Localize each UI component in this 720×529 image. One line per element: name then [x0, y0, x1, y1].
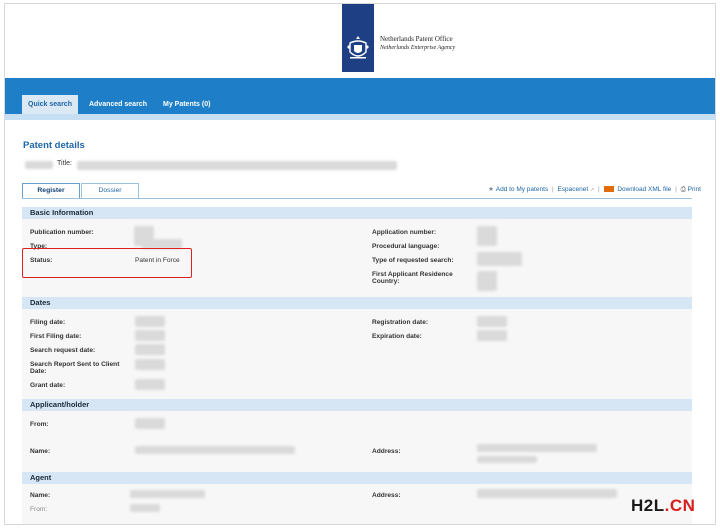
page-title: Patent details [23, 140, 85, 151]
search-request-date-label: Search request date: [30, 347, 96, 354]
watermark-right: .CN [664, 496, 696, 515]
redacted-value [477, 316, 507, 327]
redacted-title [77, 161, 397, 170]
section-body: From: Name: Address: [22, 411, 692, 473]
applicant-name-label: Name: [30, 448, 51, 455]
applicant-section: Applicant/holder From: Name: Address: [22, 399, 692, 473]
agent-from-label: From: [30, 506, 48, 513]
star-icon: ★ [488, 186, 494, 193]
application-number-label: Application number: [372, 229, 437, 236]
crest-icon [347, 36, 369, 59]
publication-number-label: Publication number: [30, 229, 94, 236]
xml-file-icon [603, 186, 614, 193]
section-heading: Agent [22, 472, 692, 484]
redacted-value [135, 418, 165, 429]
print-icon: ⎙ [680, 186, 686, 193]
registration-date-label: Registration date: [372, 319, 429, 326]
redacted-value [477, 444, 597, 452]
redacted-value [477, 456, 537, 463]
redacted-value [477, 226, 497, 246]
site-header: Netherlands Patent Office Netherlands En… [5, 4, 715, 78]
watermark: H2L.CN [631, 496, 695, 516]
nav-quick-search[interactable]: Quick search [22, 95, 78, 114]
redacted-value [135, 446, 295, 454]
redacted-value [135, 330, 165, 341]
tab-register[interactable]: Register [22, 183, 80, 198]
action-links: ★ Add to My patents | Espacenet ↗ | Down… [488, 185, 701, 194]
redacted-value [130, 504, 160, 512]
section-body: Filing date: First Filing date: Search r… [22, 309, 692, 402]
title-label: Title: [57, 160, 72, 167]
section-heading: Basic Information [22, 207, 692, 219]
espacenet-link[interactable]: Espacenet [557, 186, 588, 193]
main-nav: Quick search Advanced search My Patents … [5, 78, 715, 114]
section-heading: Dates [22, 297, 692, 309]
procedural-language-label: Procedural language: [372, 243, 440, 250]
redacted-value [477, 271, 497, 291]
org-name: Netherlands Patent Office [380, 35, 453, 43]
grant-date-label: Grant date: [30, 382, 66, 389]
section-body: Name: Address: From: [22, 484, 692, 524]
print-link[interactable]: Print [688, 186, 701, 193]
nav-subbar [5, 114, 715, 120]
government-logo[interactable] [342, 4, 374, 72]
separator: | [598, 186, 600, 193]
dates-section: Dates Filing date: First Filing date: Se… [22, 297, 692, 402]
redacted-value [477, 252, 522, 266]
first-filing-date-label: First Filing date: [30, 333, 82, 340]
filing-date-label: Filing date: [30, 319, 66, 326]
status-highlight-box [22, 248, 192, 278]
applicant-from-label: From: [30, 421, 49, 428]
first-applicant-residence-country-label: First Applicant Residence Country: [372, 271, 453, 285]
redacted-id [25, 161, 53, 169]
patent-title-row: Title: [25, 158, 425, 172]
redacted-value [135, 316, 165, 327]
download-xml-link[interactable]: Download XML file [617, 186, 671, 193]
redacted-value [130, 490, 205, 498]
separator: | [675, 186, 677, 193]
redacted-value [135, 344, 165, 355]
tab-underline [22, 198, 692, 199]
agent-address-label: Address: [372, 492, 401, 499]
expiration-date-label: Expiration date: [372, 333, 422, 340]
redacted-value [477, 489, 617, 498]
add-to-my-patents-link[interactable]: Add to My patents [496, 186, 548, 193]
redacted-value [477, 330, 507, 341]
type-of-requested-search-label: Type of requested search: [372, 257, 454, 264]
agent-name-label: Name: [30, 492, 51, 499]
browser-frame: Netherlands Patent Office Netherlands En… [4, 3, 716, 525]
org-subtitle: Netherlands Enterprise Agency [380, 45, 456, 51]
nav-advanced-search[interactable]: Advanced search [83, 95, 153, 114]
section-heading: Applicant/holder [22, 399, 692, 411]
applicant-address-label: Address: [372, 448, 401, 455]
separator: | [551, 186, 554, 193]
agent-section: Agent Name: Address: From: [22, 472, 692, 524]
tab-dossier[interactable]: Dossier [81, 183, 139, 198]
external-link-icon: ↗ [589, 187, 595, 193]
watermark-left: H2L [631, 496, 665, 515]
redacted-value [135, 379, 165, 390]
search-report-sent-label: Search Report Sent to Client Date: [30, 361, 120, 375]
nav-my-patents[interactable]: My Patents (0) [157, 95, 216, 114]
redacted-value [135, 359, 165, 370]
